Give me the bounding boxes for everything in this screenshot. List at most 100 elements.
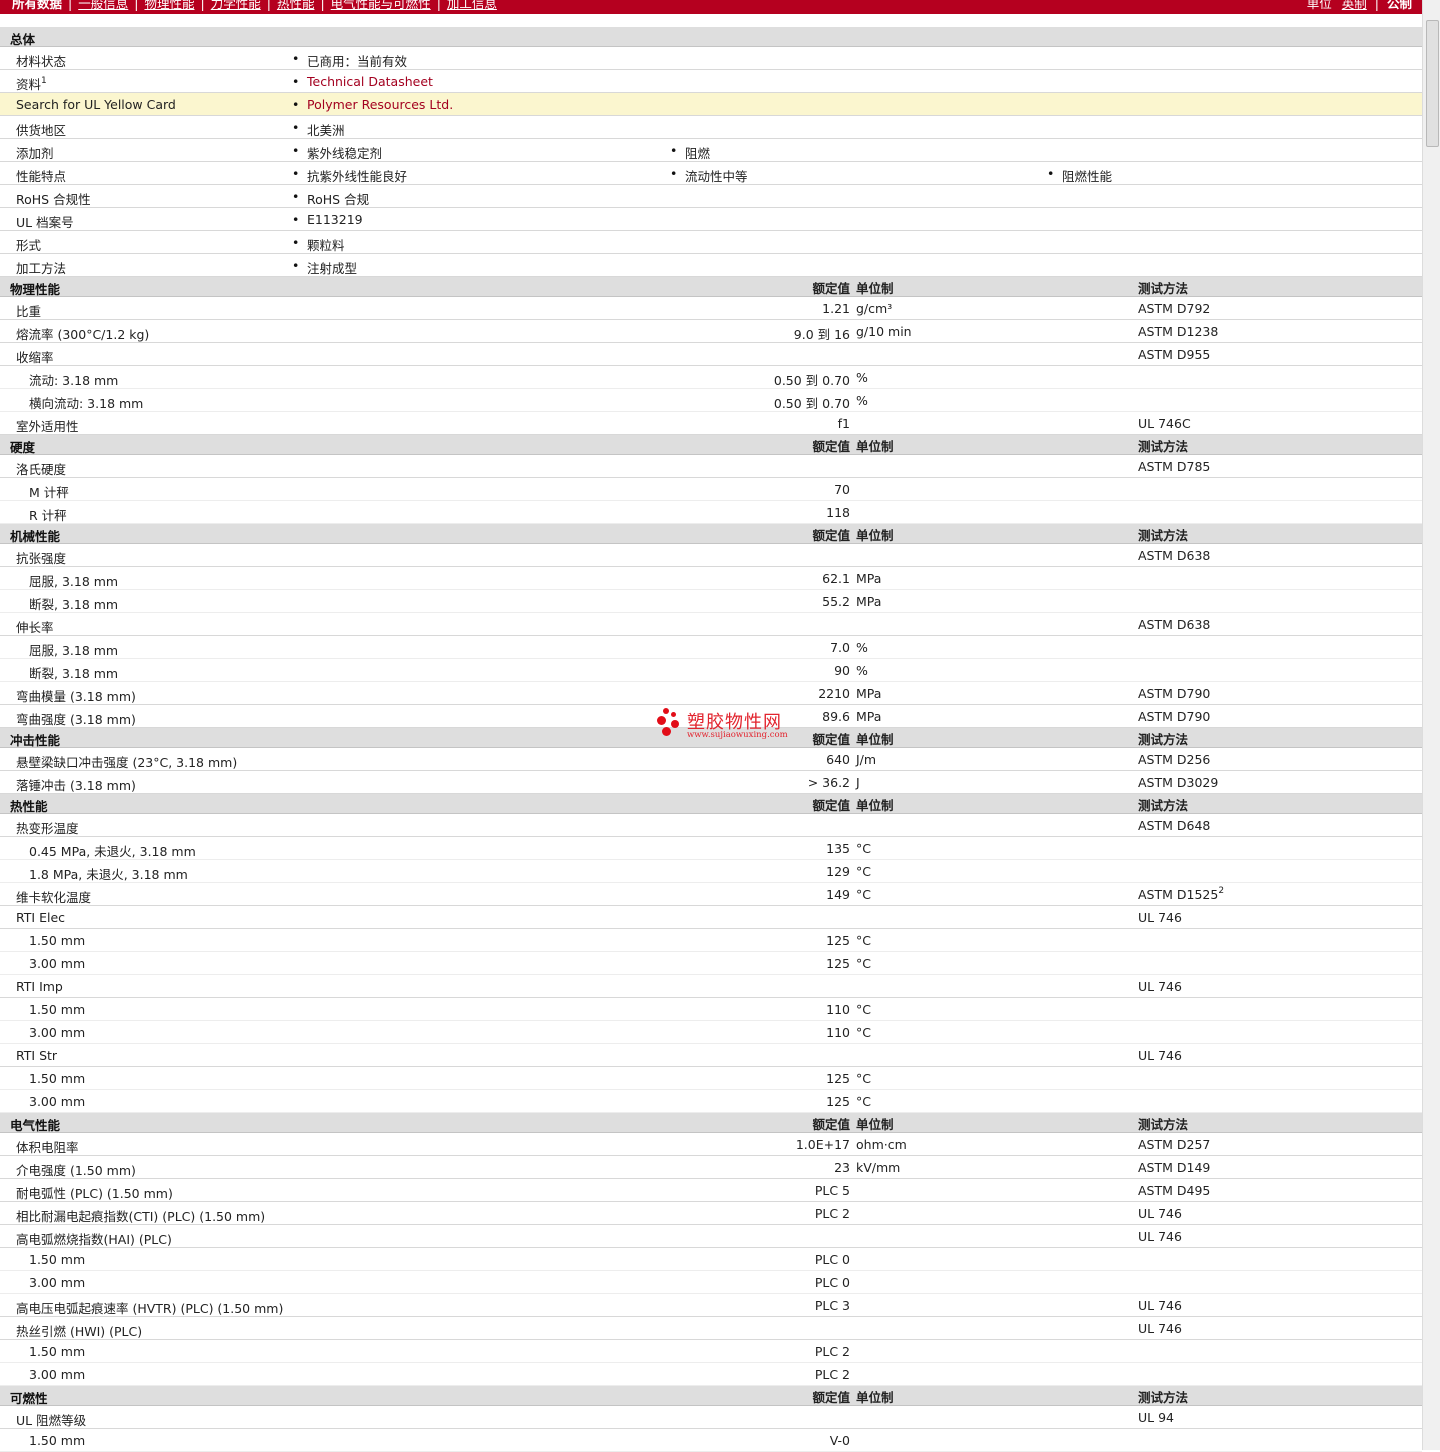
property-label: 断裂, 3.18 mm bbox=[29, 597, 119, 612]
vertical-scrollbar[interactable] bbox=[1422, 0, 1440, 1450]
property-label: UL 阻燃等级 bbox=[16, 1413, 87, 1428]
section-header: 物理性能 额定值 单位制 测试方法 bbox=[0, 277, 1422, 297]
row-label-text: RoHS 合规性 bbox=[16, 192, 91, 207]
test-method: ASTM D790 bbox=[1138, 686, 1210, 701]
property-row: 热变形温度 ASTM D648 bbox=[0, 814, 1422, 837]
property-label: 1.50 mm bbox=[29, 933, 86, 948]
property-value: 2210 bbox=[818, 686, 850, 701]
property-label: 室外适用性 bbox=[16, 419, 79, 434]
test-method-text: UL 746 bbox=[1138, 1321, 1182, 1336]
nav-link[interactable]: 一般信息 bbox=[78, 0, 128, 11]
property-value: 89.6 bbox=[822, 709, 850, 724]
property-label: 高电弧燃烧指数(HAI) (PLC) bbox=[16, 1232, 172, 1247]
property-value: 23 bbox=[834, 1160, 850, 1175]
property-row: 伸长率 ASTM D638 bbox=[0, 613, 1422, 636]
property-row: 3.00 mm 125 °C bbox=[0, 952, 1422, 975]
property-value: 125 bbox=[826, 956, 850, 971]
row-value: 抗紫外线性能良好 bbox=[292, 166, 407, 185]
section-title: 总体 bbox=[10, 32, 36, 47]
property-label: 相比耐漏电起痕指数(CTI) (PLC) (1.50 mm) bbox=[16, 1209, 266, 1224]
property-label: 断裂, 3.18 mm bbox=[29, 666, 119, 681]
property-value: 7.0 bbox=[830, 640, 850, 655]
property-value: 62.1 bbox=[822, 571, 850, 586]
nav-link[interactable]: 电气性能与可燃性 bbox=[331, 0, 431, 11]
row-value: 阻燃 bbox=[670, 143, 710, 162]
property-label: 3.00 mm bbox=[29, 1094, 86, 1109]
property-value: V-0 bbox=[829, 1433, 850, 1448]
property-value: > 36.2 bbox=[807, 775, 850, 790]
test-method: ASTM D257 bbox=[1138, 1137, 1210, 1152]
row-value[interactable]: Polymer Resources Ltd. bbox=[292, 97, 453, 112]
nav-link[interactable]: 力学性能 bbox=[211, 0, 261, 11]
nav-link[interactable]: 物理性能 bbox=[144, 0, 194, 11]
general-row[interactable]: Search for UL Yellow Card Polymer Resourc… bbox=[0, 93, 1422, 116]
watermark-logo: 塑胶物性网 www.sujiaowuxing.com bbox=[657, 707, 797, 743]
property-label: 洛氏硬度 bbox=[16, 462, 67, 477]
property-label: 维卡软化温度 bbox=[16, 890, 92, 905]
row-value: 北美洲 bbox=[292, 120, 344, 139]
property-label: 3.00 mm bbox=[29, 956, 86, 971]
property-label: 1.50 mm bbox=[29, 1071, 86, 1086]
nav-link[interactable]: 热性能 bbox=[277, 0, 315, 11]
nav-link[interactable]: 加工信息 bbox=[447, 0, 497, 11]
property-label: 1.8 MPa, 未退火, 3.18 mm bbox=[29, 867, 188, 882]
row-label: Search for UL Yellow Card bbox=[16, 97, 176, 112]
property-row: 维卡软化温度 149 °C ASTM D15252 bbox=[0, 883, 1422, 906]
property-unit: ohm·cm bbox=[856, 1137, 907, 1152]
test-method-text: ASTM D256 bbox=[1138, 752, 1211, 767]
test-method: ASTM D638 bbox=[1138, 548, 1210, 563]
test-method: UL 746 bbox=[1138, 1321, 1182, 1336]
imperial-unit-link[interactable]: 英制 bbox=[1342, 0, 1367, 11]
unit-label: 单位 bbox=[1306, 0, 1332, 11]
property-label: 熔流率 (300°C/1.2 kg) bbox=[16, 327, 150, 342]
property-label: RTI Elec bbox=[16, 910, 66, 925]
row-label-text: 性能特点 bbox=[16, 169, 67, 184]
property-unit: % bbox=[856, 640, 868, 655]
general-row: 资料1 Technical Datasheet bbox=[0, 70, 1422, 93]
logo-dot bbox=[663, 708, 669, 714]
section-header: 电气性能 额定值 单位制 测试方法 bbox=[0, 1113, 1422, 1133]
row-label: 资料1 bbox=[16, 74, 47, 93]
property-unit: MPa bbox=[856, 571, 882, 586]
column-header-nominal: 额定值 bbox=[812, 798, 850, 813]
property-row: 3.00 mm PLC 2 bbox=[0, 1363, 1422, 1386]
property-row: R 计秤 118 bbox=[0, 501, 1422, 524]
test-method: ASTM D15252 bbox=[1138, 886, 1225, 903]
property-row: UL 阻燃等级 UL 94 bbox=[0, 1406, 1422, 1429]
row-value: 阻燃性能 bbox=[1047, 166, 1112, 185]
property-row: RTI Elec UL 746 bbox=[0, 906, 1422, 929]
property-unit: J bbox=[856, 775, 860, 790]
column-header-test: 测试方法 bbox=[1138, 281, 1189, 296]
row-value[interactable]: Technical Datasheet bbox=[292, 74, 433, 89]
property-value: PLC 2 bbox=[814, 1344, 850, 1359]
property-row: 横向流动: 3.18 mm 0.50 到 0.70% bbox=[0, 389, 1422, 412]
property-unit: J/m bbox=[856, 752, 877, 767]
row-label: RoHS 合规性 bbox=[16, 189, 91, 208]
scrollbar-thumb[interactable] bbox=[1426, 20, 1439, 147]
property-label: 3.00 mm bbox=[29, 1275, 86, 1290]
section-header: 可燃性 额定值 单位制 测试方法 bbox=[0, 1386, 1422, 1406]
section-title: 机械性能 bbox=[10, 529, 61, 544]
property-unit: % bbox=[856, 393, 868, 408]
row-label-text: 资料 bbox=[16, 77, 42, 92]
test-method-text: UL 746C bbox=[1138, 416, 1191, 431]
footnote-marker: 2 bbox=[1218, 886, 1225, 896]
property-unit: °C bbox=[856, 864, 871, 879]
property-value: 55.2 bbox=[822, 594, 850, 609]
test-method: UL 746 bbox=[1138, 1048, 1182, 1063]
row-label: 材料状态 bbox=[16, 51, 66, 70]
metric-unit-link[interactable]: 公制 bbox=[1387, 0, 1412, 11]
nav-link: 所有数据 bbox=[12, 0, 63, 11]
property-value: 129 bbox=[826, 864, 850, 879]
property-label: RTI Imp bbox=[16, 979, 63, 994]
property-row: 比重 1.21 g/cm³ ASTM D792 bbox=[0, 297, 1422, 320]
column-header-nominal: 额定值 bbox=[812, 1390, 850, 1405]
property-row: 耐电弧性 (PLC) (1.50 mm) PLC 5 ASTM D495 bbox=[0, 1179, 1422, 1202]
test-method-text: UL 746 bbox=[1138, 1229, 1182, 1244]
property-label: 1.50 mm bbox=[29, 1002, 86, 1017]
property-value: 1.21 bbox=[822, 301, 850, 316]
test-method: ASTM D638 bbox=[1138, 617, 1210, 632]
property-unit: °C bbox=[856, 1071, 871, 1086]
column-header-test: 测试方法 bbox=[1138, 528, 1189, 543]
row-value: 紫外线稳定剂 bbox=[292, 143, 382, 162]
